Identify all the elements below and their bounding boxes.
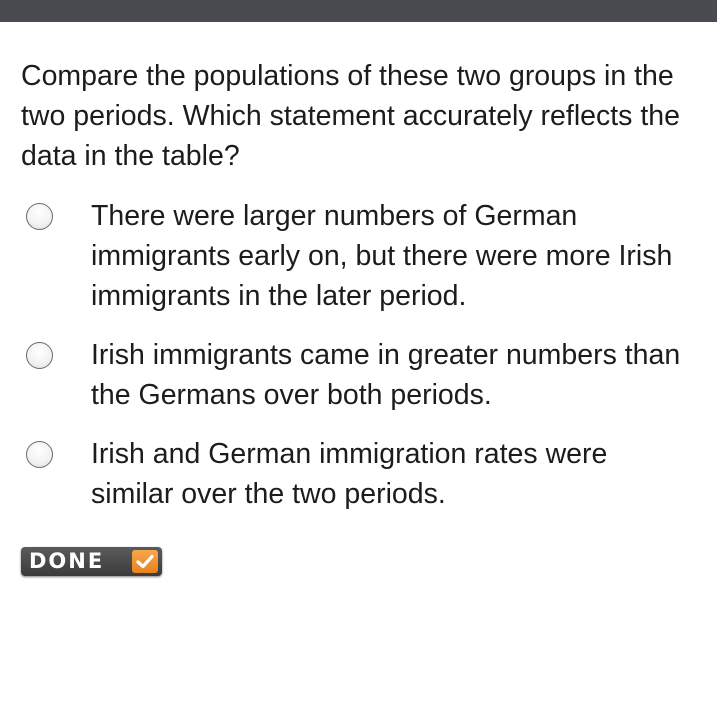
option-2[interactable]: Irish immigrants came in greater numbers… [0, 335, 691, 415]
radio-button-2[interactable] [26, 342, 53, 369]
top-bar [0, 0, 717, 22]
option-2-label: Irish immigrants came in greater numbers… [91, 339, 681, 411]
question-text: Compare the populations of these two gro… [21, 60, 680, 172]
done-button[interactable]: DONE [21, 547, 162, 576]
option-3[interactable]: Irish and German immigration rates were … [0, 434, 691, 514]
option-1[interactable]: There were larger numbers of German immi… [0, 196, 691, 316]
option-3-label: Irish and German immigration rates were … [91, 438, 608, 510]
radio-button-3[interactable] [26, 441, 53, 468]
option-1-label: There were larger numbers of German immi… [91, 200, 673, 312]
done-label: DONE [29, 549, 105, 573]
radio-button-1[interactable] [26, 203, 53, 230]
checkmark-icon [132, 550, 158, 573]
answer-options: There were larger numbers of German immi… [0, 196, 717, 533]
